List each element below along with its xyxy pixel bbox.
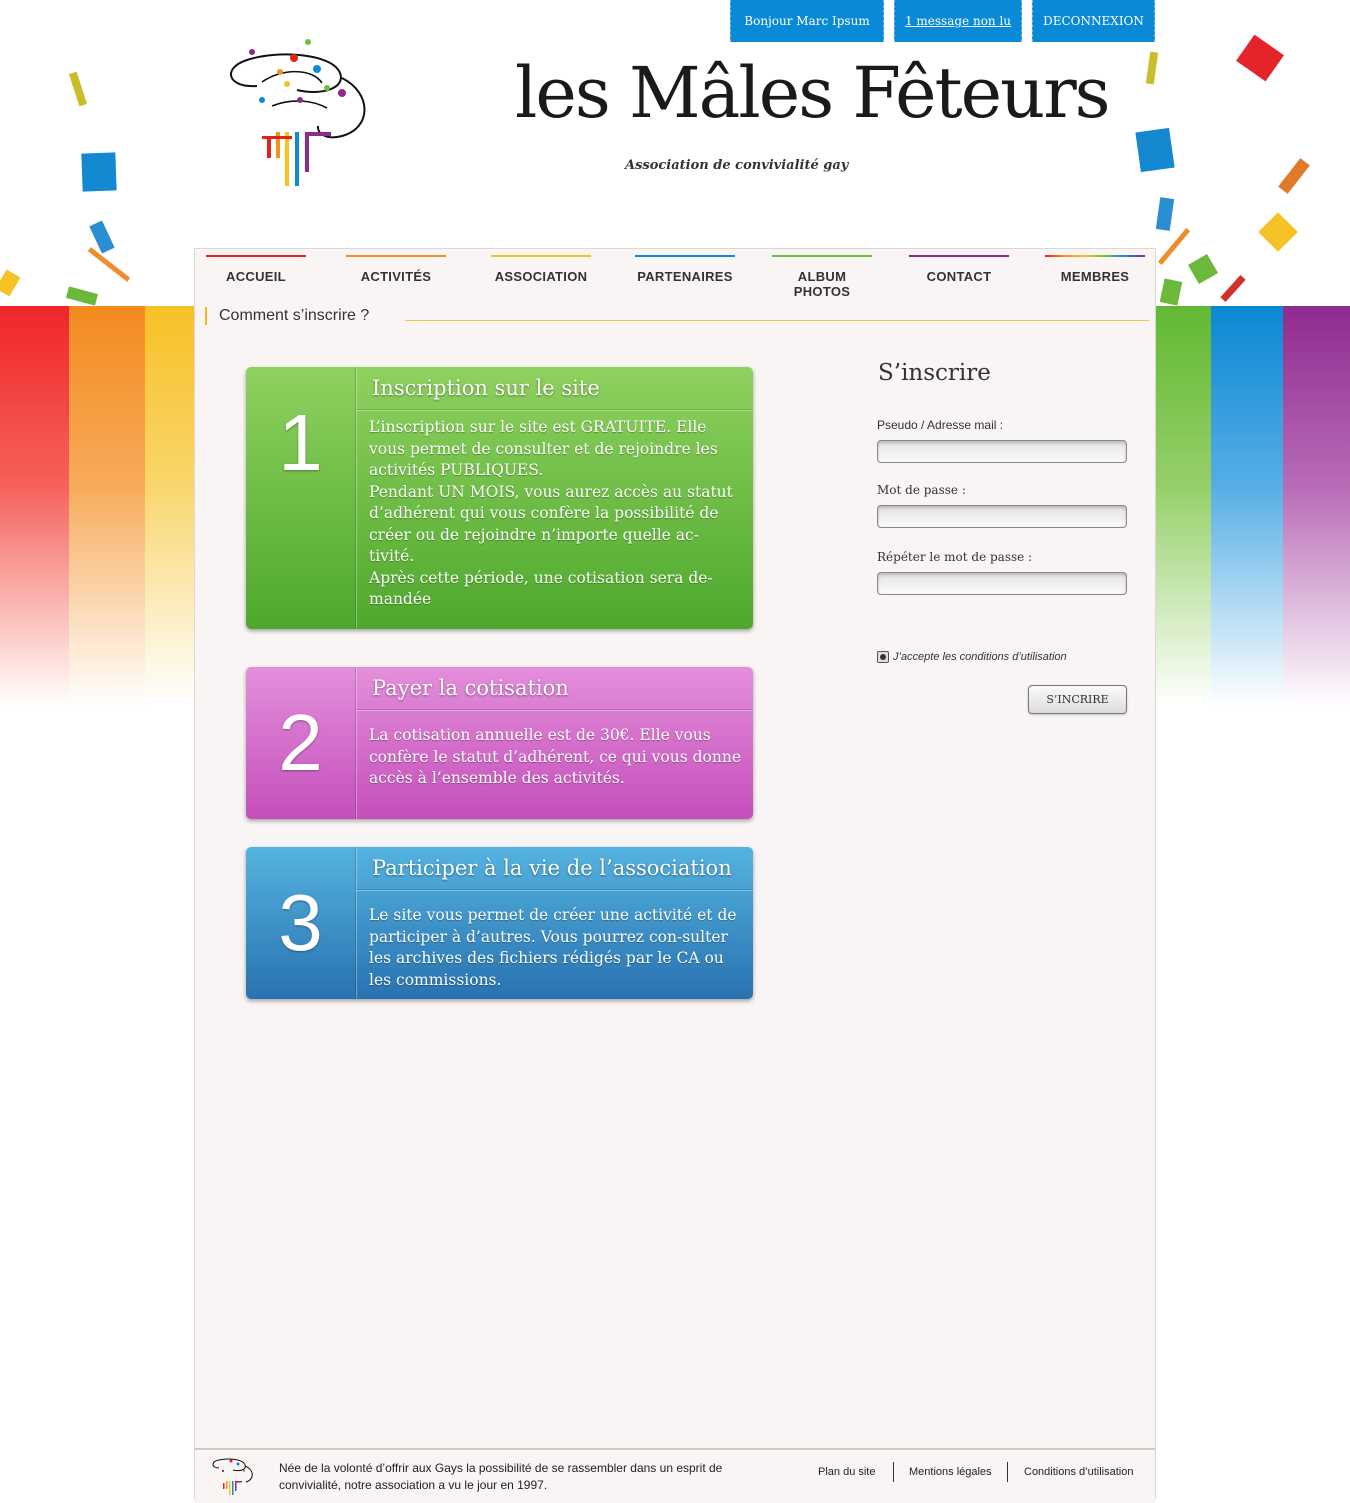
rainbow-stripe-orange [69, 306, 145, 706]
confetti-decoration [1220, 275, 1246, 302]
login-label: Pseudo / Adresse mail : [877, 418, 1004, 432]
repeat-password-input[interactable] [877, 572, 1127, 595]
logout-text: DECONNEXION [1043, 14, 1144, 28]
greeting-button[interactable]: Bonjour Marc Ipsum [730, 0, 884, 42]
step-number: 2 [278, 698, 323, 787]
nav-accent-bar [346, 255, 446, 257]
step-number: 1 [278, 398, 323, 487]
footer-logo-icon[interactable] [211, 1456, 255, 1496]
nav-label: ALBUM PHOTOS [793, 269, 851, 299]
footer: Née de la volonté d’offrir aux Gays la p… [195, 1448, 1155, 1503]
nav-label: ACCUEIL [226, 269, 286, 284]
nav-accent-bar [772, 255, 872, 257]
footer-link-legal[interactable]: Mentions légales [909, 1466, 992, 1478]
rainbow-stripe-red [0, 306, 69, 706]
confetti-decoration [1278, 158, 1310, 194]
confetti-decoration [1135, 127, 1175, 173]
rainbow-stripe-green [1156, 306, 1211, 706]
logout-button[interactable]: DECONNEXION [1032, 0, 1155, 42]
step-card-2: 2 Payer la cotisation La cotisation annu… [246, 667, 753, 819]
step-number: 3 [278, 878, 323, 967]
confetti-decoration [0, 269, 21, 297]
nav-item-association[interactable]: ASSOCIATION [491, 255, 591, 289]
password-label: Mot de passe : [877, 483, 966, 497]
footer-description: Née de la volonté d’offrir aux Gays la p… [279, 1461, 723, 1492]
step-body: La cotisation annuelle est de 30€. Elle … [369, 726, 741, 787]
nav-item-album-photos[interactable]: ALBUM PHOTOS [772, 255, 872, 299]
confetti-decoration [1145, 51, 1159, 85]
greeting-text: Bonjour Marc Ipsum [744, 14, 870, 28]
nav-accent-bar [635, 255, 735, 257]
main-panel: ACCUEIL ACTIVITÉS ASSOCIATION PARTENAIRE… [194, 248, 1156, 1503]
step-title: Participer à la vie de l’association [356, 847, 753, 890]
confetti-decoration [81, 152, 117, 192]
brand-name: les Mâles Fêteurs [515, 52, 1111, 134]
hat-logo-icon [230, 39, 366, 186]
confetti-decoration [87, 247, 131, 282]
terms-label[interactable]: J’accepte les conditions d’utilisation [893, 651, 1067, 663]
nav-item-contact[interactable]: CONTACT [909, 255, 1009, 289]
footer-separator [1007, 1462, 1008, 1482]
confetti-decoration [1187, 253, 1219, 285]
nav-item-accueil[interactable]: ACCUEIL [206, 255, 306, 289]
nav-accent-bar [1045, 255, 1145, 257]
nav-label: CONTACT [926, 269, 992, 284]
terms-checkbox[interactable] [877, 651, 889, 663]
footer-link-terms[interactable]: Conditions d’utilisation [1024, 1466, 1133, 1478]
submit-label: S’INCRIRE [1046, 693, 1109, 706]
brand-tagline: Association de convivialité gay [625, 158, 849, 173]
step-card-1: 1 Inscription sur le site L’inscription … [246, 367, 753, 629]
nav-item-partenaires[interactable]: PARTENAIRES [635, 255, 735, 289]
step-card-3: 3 Participer à la vie de l’association L… [246, 847, 753, 999]
confetti-decoration [1159, 278, 1183, 306]
confetti-decoration [1236, 34, 1284, 82]
step-title: Payer la cotisation [356, 667, 753, 710]
signup-form-title: S’inscrire [878, 360, 991, 386]
confetti-decoration [65, 286, 99, 306]
terms-checkbox-row: J’accepte les conditions d’utilisation [877, 651, 1067, 663]
nav-accent-bar [909, 255, 1009, 257]
nav-accent-bar [206, 255, 306, 257]
step-body: L’inscription sur le site est GRATUITE. … [369, 418, 733, 608]
confetti-decoration [1155, 197, 1175, 231]
footer-separator [893, 1462, 894, 1482]
messages-text: 1 message non lu [904, 14, 1012, 28]
footer-link-sitemap[interactable]: Plan du site [818, 1466, 875, 1478]
confetti-decoration [1258, 212, 1298, 252]
nav-accent-bar [491, 255, 591, 257]
nav-item-membres[interactable]: MEMBRES [1045, 255, 1145, 289]
password-input[interactable] [877, 505, 1127, 528]
brand-logo[interactable]: les Mâles Fêteurs Association de convivi… [515, 58, 1111, 178]
messages-link[interactable]: 1 message non lu [894, 0, 1022, 42]
nav-label: ASSOCIATION [494, 269, 588, 284]
rainbow-stripe-purple [1283, 306, 1350, 706]
login-input[interactable] [877, 440, 1127, 463]
nav-label: MEMBRES [1060, 269, 1130, 284]
nav-label: ACTIVITÉS [360, 269, 432, 284]
nav-item-activites[interactable]: ACTIVITÉS [346, 255, 446, 289]
title-divider [405, 320, 1149, 321]
repeat-password-label: Répéter le mot de passe : [877, 550, 1033, 564]
page-title: Comment s’inscrire ? [205, 307, 369, 325]
step-title: Inscription sur le site [356, 367, 753, 410]
step-body: Le site vous permet de créer une activit… [369, 906, 737, 989]
rainbow-stripe-yellow [145, 306, 194, 706]
rainbow-stripe-blue [1211, 306, 1283, 706]
signup-submit-button[interactable]: S’INCRIRE [1028, 685, 1127, 714]
confetti-decoration [68, 71, 88, 107]
nav-label: PARTENAIRES [637, 269, 733, 284]
confetti-decoration [1157, 228, 1191, 265]
